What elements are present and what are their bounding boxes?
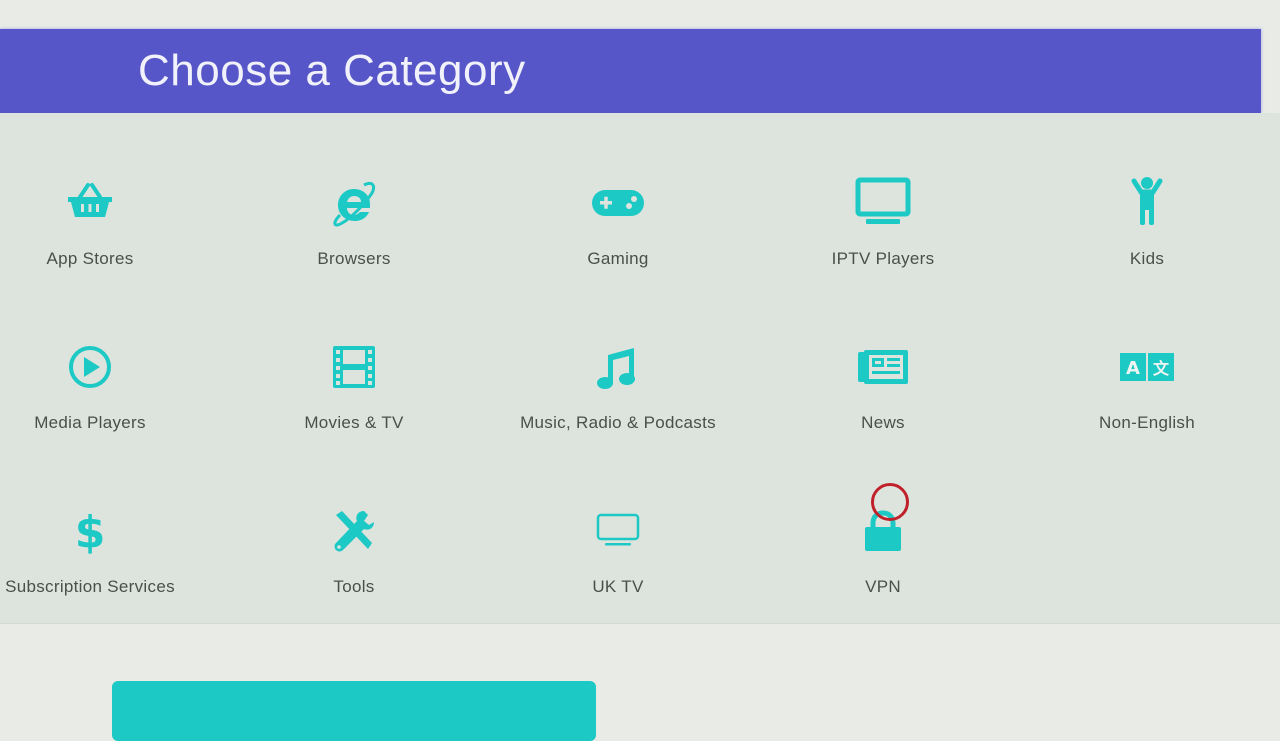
category-label: IPTV Players [831, 249, 935, 268]
translate-icon: A 文 [1119, 339, 1175, 395]
newspaper-icon [855, 339, 911, 395]
internet-explorer-icon [326, 175, 382, 231]
dollar-icon: $ [62, 503, 118, 559]
category-kids[interactable]: Kids [1027, 175, 1267, 305]
lock-icon [855, 503, 911, 559]
svg-text:文: 文 [1153, 359, 1170, 378]
category-news[interactable]: News [763, 339, 1003, 469]
category-uk-tv[interactable]: UK TV [498, 503, 738, 633]
category-label: UK TV [592, 577, 644, 596]
category-tools[interactable]: Tools [234, 503, 474, 633]
category-media-players[interactable]: Media Players [0, 339, 210, 469]
category-gaming[interactable]: Gaming [498, 175, 738, 305]
music-note-icon [590, 339, 646, 395]
category-label: Gaming [587, 249, 649, 268]
category-vpn[interactable]: VPN [763, 503, 1003, 633]
category-grid: App Stores Browsers Gaming IPTV Players … [0, 113, 1280, 624]
category-label: Non-English [1099, 413, 1195, 432]
category-movies-tv[interactable]: Movies & TV [234, 339, 474, 469]
gamepad-icon [590, 175, 646, 231]
category-label: Movies & TV [304, 413, 404, 432]
category-label: News [861, 413, 905, 432]
tools-icon [326, 503, 382, 559]
category-subscription-services[interactable]: $ Subscription Services [0, 503, 210, 633]
category-label: Tools [333, 577, 375, 596]
play-circle-icon [62, 339, 118, 395]
svg-text:A: A [1126, 358, 1140, 379]
monitor-icon [855, 175, 911, 231]
film-icon [326, 339, 382, 395]
category-label: Browsers [317, 249, 391, 268]
page-header: Choose a Category [0, 29, 1261, 113]
category-label: Kids [1129, 249, 1165, 268]
page-title: Choose a Category [138, 46, 526, 95]
basket-icon [62, 175, 118, 231]
category-iptv-players[interactable]: IPTV Players [763, 175, 1003, 305]
category-app-stores[interactable]: App Stores [0, 175, 210, 305]
continue-button[interactable] [112, 681, 596, 741]
category-label: VPN [865, 577, 901, 596]
category-music-radio-podcasts[interactable]: Music, Radio & Podcasts [498, 339, 738, 469]
svg-text:$: $ [75, 507, 106, 558]
category-label: Music, Radio & Podcasts [520, 413, 716, 432]
child-icon [1119, 175, 1175, 231]
category-browsers[interactable]: Browsers [234, 175, 474, 305]
tv-outline-icon [590, 503, 646, 559]
category-non-english[interactable]: A 文 Non-English [1027, 339, 1267, 469]
